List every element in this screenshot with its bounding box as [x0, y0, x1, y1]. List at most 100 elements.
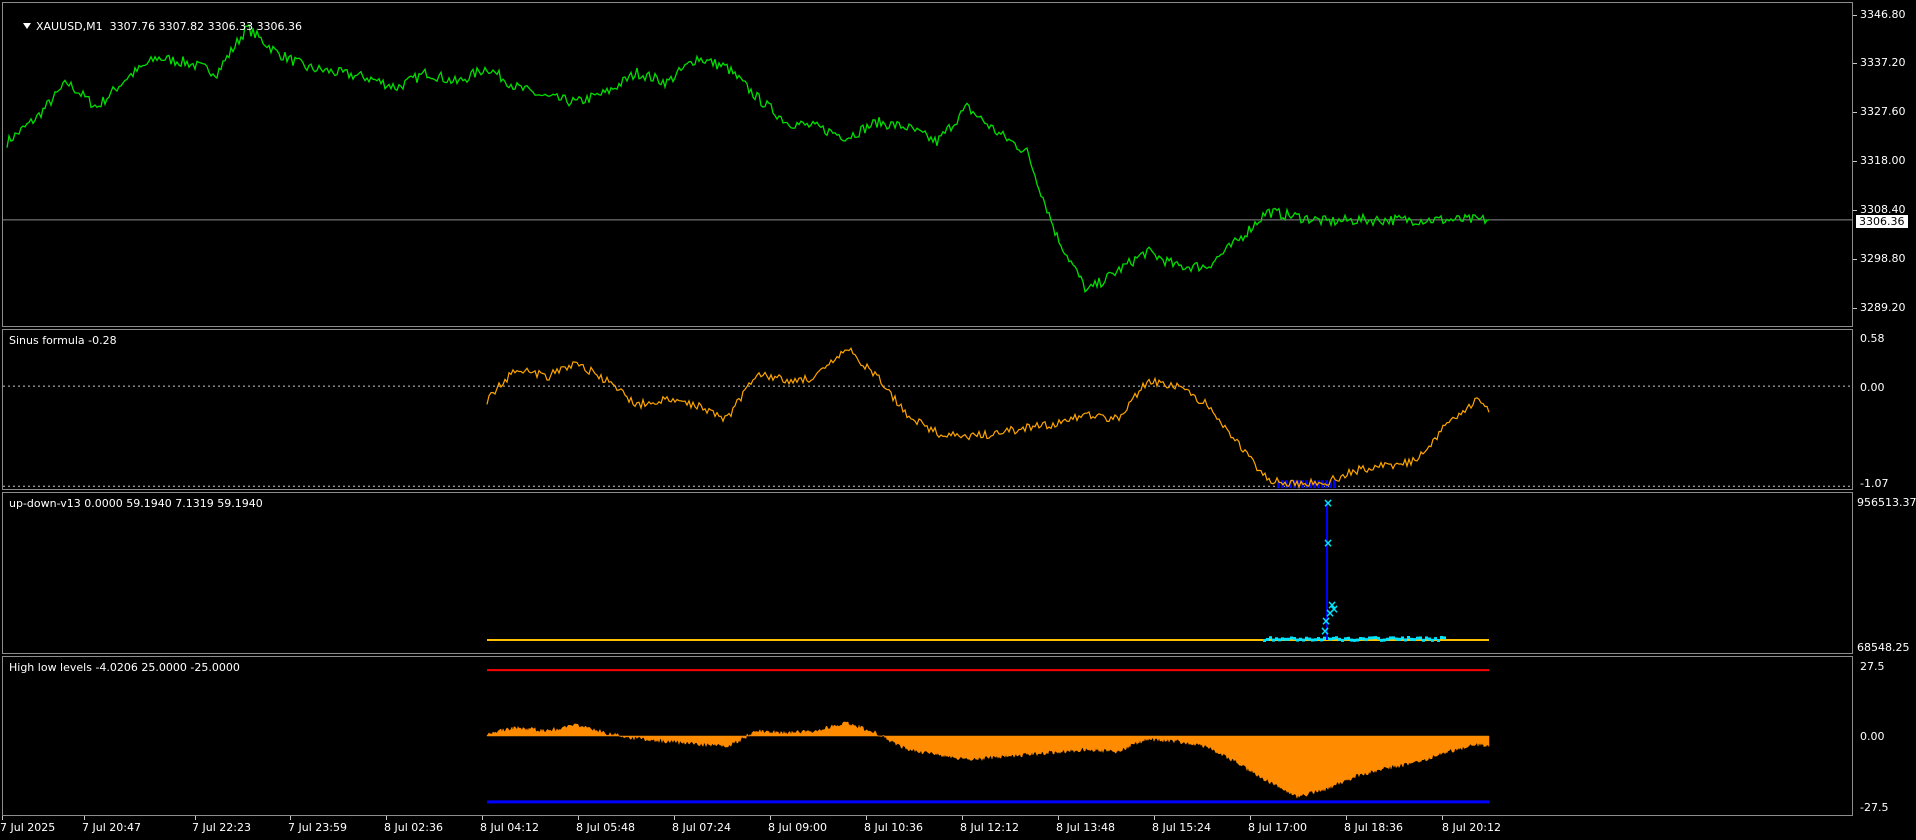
updown-point	[1395, 637, 1398, 641]
tick-mark	[1853, 112, 1857, 113]
updown-point	[1368, 636, 1371, 640]
updown-point	[1434, 637, 1437, 641]
price-tick: 3298.80	[1860, 252, 1906, 265]
time-mark	[962, 816, 963, 820]
updown-point	[1284, 637, 1287, 641]
tick-mark	[1853, 259, 1857, 260]
time-mark	[1250, 816, 1251, 820]
updown-point	[1431, 638, 1434, 642]
time-mark	[770, 816, 771, 820]
symbol-title: XAUUSD,M1	[36, 20, 103, 33]
time-mark	[195, 816, 196, 820]
time-label: 8 Jul 20:12	[1442, 821, 1501, 834]
time-mark	[866, 816, 867, 820]
updown-point	[1302, 638, 1305, 642]
tick-mark	[1853, 63, 1857, 64]
updown-point	[1419, 636, 1422, 640]
updown-x-marker: ×	[1323, 496, 1333, 510]
price-line	[6, 23, 1490, 293]
updown-point	[1320, 638, 1323, 642]
time-label: 8 Jul 07:24	[672, 821, 731, 834]
updown-x-marker: ×	[1323, 536, 1333, 550]
updown-point	[1287, 637, 1290, 641]
updown-point	[1356, 638, 1359, 642]
updown-label: up-down-v13 0.0000 59.1940 7.1319 59.194…	[9, 497, 263, 510]
updown-point	[1377, 636, 1380, 640]
sinus-label: Sinus formula -0.28	[9, 334, 117, 347]
sinus-tick: 0.58	[1860, 332, 1885, 345]
sinus-chart	[3, 347, 1852, 489]
price-pane-header: XAUUSD,M1 3307.76 3307.82 3306.33 3306.3…	[9, 7, 302, 46]
updown-point	[1269, 636, 1272, 640]
updown-point	[1293, 637, 1296, 641]
hilo-tick: 27.5	[1860, 660, 1885, 673]
updown-point	[1314, 638, 1317, 642]
updown-x-marker: ×	[1320, 624, 1330, 638]
updown-point	[1386, 637, 1389, 641]
updown-point	[1344, 637, 1347, 641]
updown-point	[1275, 637, 1278, 641]
time-mark	[578, 816, 579, 820]
hilo-tick: -27.5	[1860, 801, 1889, 814]
time-label: 8 Jul 17:00	[1248, 821, 1307, 834]
time-label: 8 Jul 18:36	[1344, 821, 1403, 834]
sinus-pane[interactable]: Sinus formula -0.28	[2, 329, 1853, 490]
current-price-label: 3306.36	[1856, 215, 1908, 228]
time-label: 8 Jul 05:48	[576, 821, 635, 834]
updown-point	[1413, 638, 1416, 642]
tick-mark	[1853, 161, 1857, 162]
updown-point	[1362, 637, 1365, 641]
hilo-pane[interactable]: High low levels -4.0206 25.0000 -25.0000	[2, 656, 1853, 816]
updown-point	[1383, 638, 1386, 642]
time-label: 8 Jul 13:48	[1056, 821, 1115, 834]
time-label: 7 Jul 2025	[0, 821, 56, 834]
tick-mark	[1853, 15, 1857, 16]
price-pane[interactable]: XAUUSD,M1 3307.76 3307.82 3306.33 3306.3…	[2, 2, 1853, 327]
updown-point	[1440, 636, 1443, 640]
updown-point	[1365, 638, 1368, 642]
updown-point	[1392, 636, 1395, 640]
price-tick: 3318.00	[1860, 154, 1906, 167]
time-mark	[482, 816, 483, 820]
updown-point	[1338, 637, 1341, 641]
updown-point	[1290, 636, 1293, 640]
updown-point	[1389, 636, 1392, 640]
updown-point	[1305, 636, 1308, 640]
updown-point	[1425, 636, 1428, 640]
updown-point	[1278, 638, 1281, 642]
updown-point	[1341, 638, 1344, 642]
updown-point	[1350, 638, 1353, 642]
time-mark	[1058, 816, 1059, 820]
time-axis[interactable]: 7 Jul 2025 7 Jul 20:47 7 Jul 22:23 7 Jul…	[0, 816, 1916, 840]
updown-point	[1359, 637, 1362, 641]
updown-point	[1371, 636, 1374, 640]
time-label: 8 Jul 12:12	[960, 821, 1019, 834]
time-mark	[1442, 816, 1443, 820]
updown-point	[1296, 638, 1299, 642]
updown-point	[1311, 638, 1314, 642]
time-mark	[1346, 816, 1347, 820]
updown-point	[1308, 637, 1311, 641]
time-mark	[290, 816, 291, 820]
time-mark	[84, 816, 85, 820]
time-mark	[674, 816, 675, 820]
sinus-line	[486, 347, 1490, 489]
updown-point	[1299, 637, 1302, 641]
price-tick: 3327.60	[1860, 105, 1906, 118]
price-tick: 3289.20	[1860, 301, 1906, 314]
updown-point	[1380, 638, 1383, 642]
collapse-triangle-icon[interactable]	[23, 23, 31, 29]
updown-point	[1332, 636, 1335, 640]
updown-point	[1437, 638, 1440, 642]
updown-tick: 956513.37	[1857, 496, 1916, 509]
time-label: 8 Jul 10:36	[864, 821, 923, 834]
time-mark	[1154, 816, 1155, 820]
updown-point	[1443, 636, 1446, 640]
time-label: 8 Jul 04:12	[480, 821, 539, 834]
updown-pane[interactable]: × × × × × × × up-down-v13 0.0000 59.1940 7.131…	[2, 492, 1853, 654]
hilo-label: High low levels -4.0206 25.0000 -25.0000	[9, 661, 240, 674]
updown-point	[1374, 636, 1377, 640]
hilo-tick: 0.00	[1860, 730, 1885, 743]
ohlc-readout: 3307.76 3307.82 3306.33 3306.36	[109, 20, 303, 33]
time-label: 7 Jul 22:23	[192, 821, 251, 834]
